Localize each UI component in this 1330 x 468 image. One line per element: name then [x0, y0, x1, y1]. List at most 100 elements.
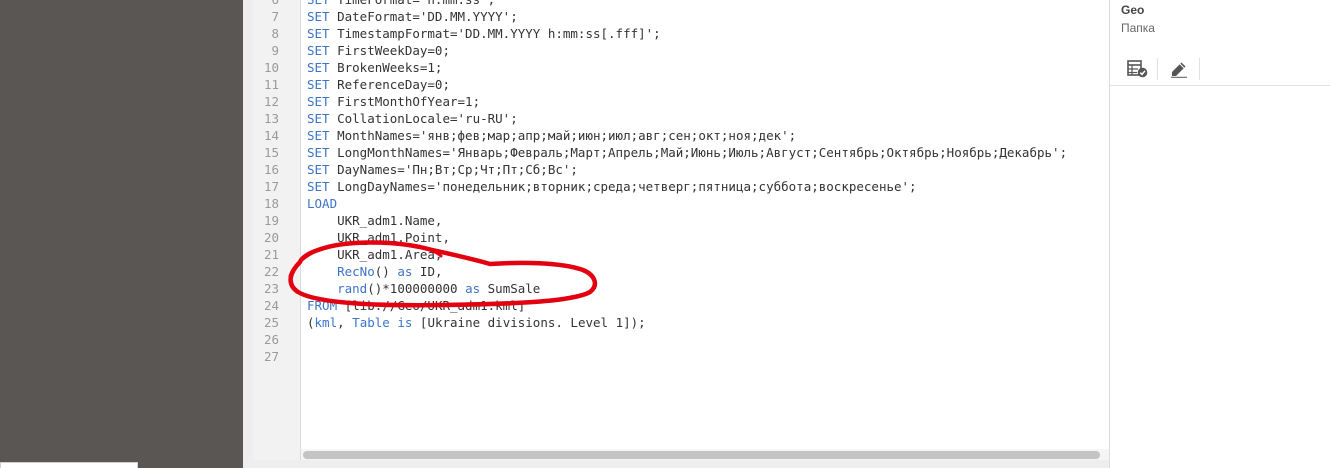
table-check-icon	[1127, 60, 1148, 78]
code-keyword: SET	[307, 60, 330, 75]
line-number: 27	[263, 349, 279, 364]
line-number: 14	[263, 128, 279, 143]
code-text: FirstMonthOfYear=1;	[329, 94, 481, 109]
code-keyword: SET	[307, 77, 330, 92]
code-text: LongMonthNames='Январь;Февраль;Март;Апре…	[329, 145, 1068, 160]
code-keyword: SET	[307, 162, 330, 177]
code-keyword: kml	[314, 315, 338, 330]
code-keyword: RecNo	[337, 264, 375, 279]
code-text: TimeFormat='h:mm:ss';	[330, 0, 495, 7]
code-text: [lib://Geo/UKR_adm1.kml]	[337, 298, 526, 313]
code-keyword: Table is	[352, 315, 413, 330]
right-panel: Geo Папка	[1109, 0, 1330, 468]
code-keyword: SET	[307, 111, 330, 126]
code-text: CollationLocale='ru-RU';	[329, 111, 518, 126]
code-line: LOAD	[307, 195, 337, 212]
code-line: (kml, Table is [Ukraine divisions. Level…	[307, 314, 646, 331]
code-text: LongDayNames='понедельник;вторник;среда;…	[329, 179, 917, 194]
code-keyword: as	[465, 281, 481, 296]
code-keyword: SET	[307, 179, 330, 194]
code-text: DayNames='Пн;Вт;Ср;Чт;Пт;Сб;Вс';	[329, 162, 578, 177]
code-line: RecNo() as ID,	[307, 263, 443, 280]
code-editor[interactable]: SET TimeFormat='h:mm:ss';SET DateFormat=…	[301, 0, 1109, 460]
line-number-gutter: 67 8 9 10 11 12 13 14 15 16 17 18 19 20 21 22 23 24 25 26 27	[253, 0, 301, 460]
code-line: SET ReferenceDay=0;	[307, 76, 450, 93]
code-line: SET DayNames='Пн;Вт;Ср;Чт;Пт;Сб;Вс';	[307, 161, 578, 178]
code-keyword: SET	[307, 145, 330, 160]
code-keyword: LOAD	[307, 196, 338, 211]
edit-button[interactable]	[1161, 56, 1197, 82]
line-number: 10	[263, 60, 279, 75]
code-line: SET LongMonthNames='Январь;Февраль;Март;…	[307, 144, 1067, 161]
line-number: 19	[263, 213, 279, 228]
code-keyword: rand	[337, 281, 368, 296]
line-number: 20	[263, 230, 279, 245]
code-line: UKR_adm1.Name,	[307, 212, 442, 229]
code-text: ID,	[412, 264, 443, 279]
line-number: 9	[271, 43, 279, 58]
pencil-icon	[1171, 62, 1187, 78]
code-text: ()*100000000	[367, 281, 466, 296]
code-line: SET TimeFormat='h:mm:ss';	[307, 0, 495, 8]
line-number: 18	[263, 196, 279, 211]
code-line: UKR_adm1.Point,	[307, 229, 450, 246]
left-panel	[0, 0, 243, 468]
code-text: UKR_adm1.Name,	[307, 213, 443, 228]
code-text: UKR_adm1.Area,	[307, 247, 443, 262]
code-line: SET FirstWeekDay=0;	[307, 42, 450, 59]
code-line: rand()*100000000 as SumSale	[307, 280, 540, 297]
code-text: ReferenceDay=0;	[329, 77, 450, 92]
code-line: SET BrokenWeeks=1;	[307, 59, 442, 76]
code-line: FROM [lib://Geo/UKR_adm1.kml]	[307, 297, 525, 314]
table-view-button[interactable]	[1120, 56, 1156, 82]
code-text: UKR_adm1.Point,	[307, 230, 450, 245]
line-number: 21	[263, 247, 279, 262]
line-number: 12	[263, 94, 279, 109]
section-title: Geo	[1121, 3, 1145, 17]
line-number: 25	[263, 315, 279, 330]
code-keyword: SET	[307, 0, 330, 7]
editor-gap	[243, 0, 253, 468]
code-keyword: as	[397, 264, 413, 279]
line-number: 22	[263, 264, 279, 279]
line-number: 15	[263, 145, 279, 160]
code-line: UKR_adm1.Area,	[307, 246, 442, 263]
toolbar-separator	[1199, 58, 1200, 80]
code-line: SET TimestampFormat='DD.MM.YYYY h:mm:ss[…	[307, 25, 661, 42]
code-text: TimestampFormat='DD.MM.YYYY h:mm:ss[.fff…	[329, 26, 661, 41]
code-line: SET DateFormat='DD.MM.YYYY';	[307, 8, 518, 25]
line-number: 6	[253, 0, 279, 8]
horizontal-scrollbar-thumb[interactable]	[303, 451, 1100, 459]
code-text: DateFormat='DD.MM.YYYY';	[329, 9, 518, 24]
code-line: SET CollationLocale='ru-RU';	[307, 110, 518, 127]
left-bottom-tab[interactable]	[0, 462, 138, 468]
line-number: 26	[263, 332, 279, 347]
code-keyword: SET	[307, 9, 330, 24]
code-text: (	[307, 315, 315, 330]
line-number: 17	[263, 179, 279, 194]
toolbar-separator	[1157, 58, 1158, 80]
code-text: ()	[374, 264, 398, 279]
line-number: 16	[263, 162, 279, 177]
line-number: 24	[263, 298, 279, 313]
code-text: ,	[337, 315, 353, 330]
code-text: MonthNames='янв;фев;мар;апр;май;июн;июл;…	[329, 128, 797, 143]
code-text: [Ukraine divisions. Level 1]);	[412, 315, 646, 330]
code-keyword: SET	[307, 43, 330, 58]
code-keyword: SET	[307, 94, 330, 109]
section-subtitle: Папка	[1121, 21, 1155, 35]
line-number: 23	[263, 281, 279, 296]
code-line: SET FirstMonthOfYear=1;	[307, 93, 480, 110]
code-line: SET LongDayNames='понедельник;вторник;ср…	[307, 178, 917, 195]
line-number: 11	[263, 77, 279, 92]
code-text: FirstWeekDay=0;	[329, 43, 450, 58]
code-keyword: SET	[307, 26, 330, 41]
line-number: 13	[263, 111, 279, 126]
code-text: SumSale	[480, 281, 541, 296]
line-number: 8	[271, 26, 279, 41]
code-text: BrokenWeeks=1;	[329, 60, 443, 75]
code-keyword: SET	[307, 128, 330, 143]
line-number: 7	[271, 9, 279, 24]
